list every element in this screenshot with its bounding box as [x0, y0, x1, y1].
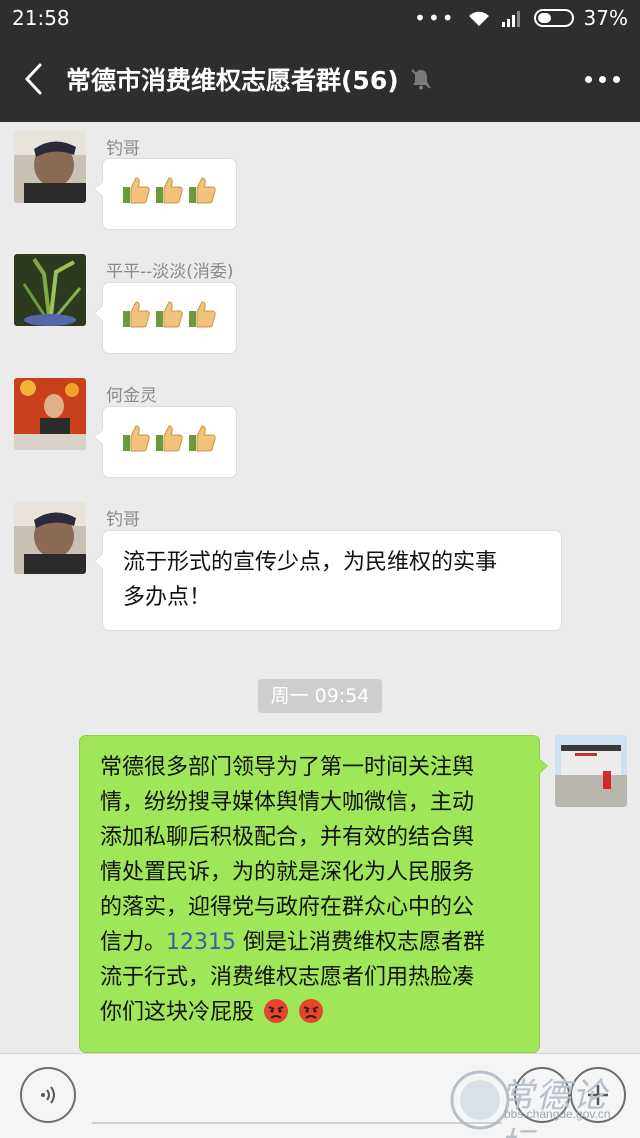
message-bubble[interactable]: 流于形式的宣传少点，为民维权的实事 多办点！ — [94, 530, 562, 631]
message-bubble[interactable]: 常德很多部门领导为了第一时间关注舆 情，纷纷搜寻媒体舆情大咖微信，主动 添加私聊… — [79, 735, 548, 1053]
chat-header: 常德市消费维权志愿者群(56) — [0, 36, 640, 122]
message-text-line: 常德很多部门领导为了第一时间关注舆 — [100, 755, 475, 780]
message-text-line: 情，纷纷搜寻媒体舆情大咖微信，主动 — [100, 790, 475, 815]
notification-dots: ••• — [414, 6, 456, 30]
message-text-line: 的落实，迎得党与政府在群众心中的公 — [100, 895, 475, 920]
voice-button[interactable] — [20, 1067, 76, 1123]
thumbs-up-icon — [156, 301, 183, 328]
back-button[interactable] — [0, 36, 66, 122]
avatar[interactable] — [14, 131, 86, 203]
status-icons: ••• 37% — [414, 6, 628, 30]
avatar[interactable] — [14, 502, 86, 574]
thumbs-up-icon — [189, 177, 216, 204]
phone-number-link[interactable]: 12315 — [166, 930, 236, 955]
timestamp-chip: 周一 09:54 — [258, 679, 382, 713]
thumbs-up-icon — [123, 425, 150, 452]
text-fragment: 倒是让消费维权志愿者群 — [243, 930, 486, 955]
battery-percent: 37% — [583, 6, 628, 30]
thumbs-up-icon — [156, 425, 183, 452]
watermark-url: bbs.changde.gov.cn — [504, 1107, 611, 1121]
message-text-line: 信力。12315 倒是让消费维权志愿者群 — [100, 925, 519, 960]
thumbs-row — [103, 407, 236, 469]
battery-fill — [537, 13, 551, 23]
message-input[interactable] — [92, 1068, 502, 1124]
message-text-line: 流于形式的宣传少点，为民维权的实事 — [123, 550, 498, 575]
sender-name: 何金灵 — [106, 386, 157, 406]
more-icon[interactable] — [585, 36, 620, 122]
chat-title: 常德市消费维权志愿者群(56) — [66, 66, 399, 95]
avatar[interactable] — [14, 254, 86, 326]
watermark-text: 常德论坛 — [500, 1076, 608, 1138]
thumbs-up-icon — [189, 301, 216, 328]
angry-face-icon — [264, 999, 289, 1023]
thumbs-up-icon — [123, 301, 150, 328]
sender-name: 平平--淡淡(消委) — [106, 262, 234, 282]
angry-face-icon — [299, 999, 324, 1023]
avatar[interactable] — [14, 378, 86, 450]
battery-icon — [533, 9, 574, 27]
thumbs-up-icon — [123, 177, 150, 204]
message-text-line: 你们这块冷屁股 — [100, 995, 519, 1030]
thumbs-up-icon — [156, 177, 183, 204]
message-text-line: 多办点！ — [123, 585, 212, 610]
message-text-line: 流于行式，消费维权志愿者们用热脸凑 — [100, 965, 475, 990]
message-text-line: 情处置民诉，为的就是深化为人民服务 — [100, 860, 475, 885]
wifi-icon — [468, 11, 489, 26]
sender-name: 钓哥 — [106, 139, 140, 159]
text-fragment: 信力。 — [100, 930, 167, 955]
signal-icon — [501, 11, 520, 27]
voice-icon — [41, 1086, 55, 1104]
message-text-line: 添加私聊后积极配合，并有效的结合舆 — [100, 825, 475, 850]
message-bubble[interactable] — [94, 158, 237, 230]
message-bubble[interactable] — [94, 282, 237, 354]
message-bubble[interactable] — [94, 406, 237, 478]
text-fragment: 你们这块冷屁股 — [100, 1000, 255, 1025]
thumbs-up-icon — [189, 425, 216, 452]
status-time: 21:58 — [12, 6, 70, 30]
back-arrow-icon — [24, 63, 42, 95]
sender-name: 钓哥 — [106, 510, 140, 530]
status-bar: 21:58 ••• 37% — [0, 0, 640, 36]
mute-bell-icon — [409, 66, 435, 92]
thumbs-row — [103, 283, 236, 345]
avatar[interactable] — [555, 735, 627, 807]
thumbs-row — [103, 159, 236, 221]
